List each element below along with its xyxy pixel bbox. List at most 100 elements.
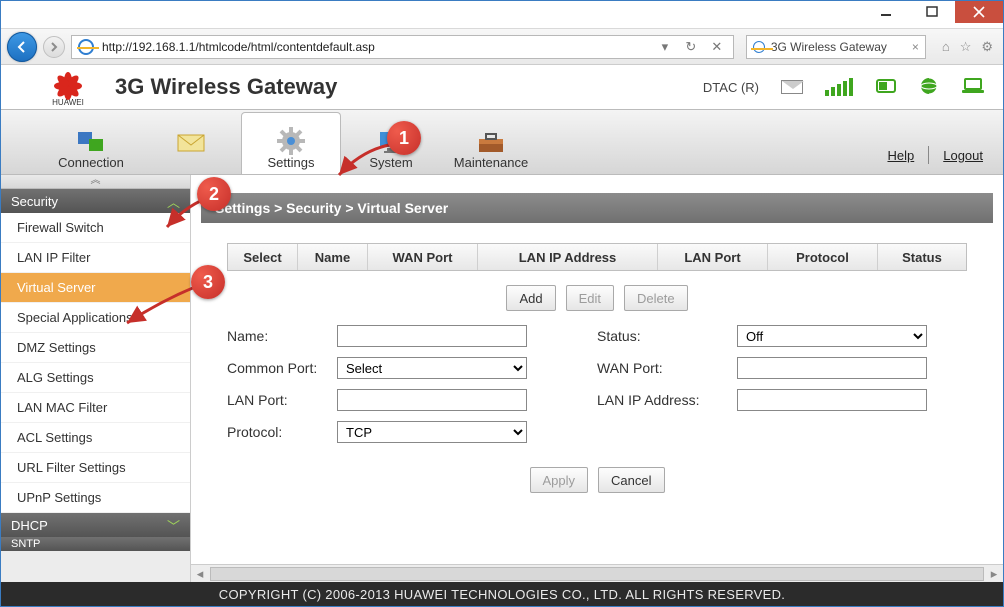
nav-connection[interactable]: Connection <box>41 114 141 174</box>
browser-window: ▾ ↻ ✕ 3G Wireless Gateway × ⌂ ☆ ⚙ <box>0 0 1004 607</box>
breadcrumb-text: Settings > Security > Virtual Server <box>215 200 448 216</box>
globe-icon <box>919 76 939 99</box>
name-label: Name: <box>227 328 337 344</box>
delete-button[interactable]: Delete <box>624 285 688 311</box>
nav-settings[interactable]: Settings <box>241 112 341 174</box>
dropdown-icon[interactable]: ▾ <box>655 39 675 55</box>
edit-button[interactable]: Edit <box>566 285 614 311</box>
carrier-label: DTAC (R) <box>703 80 759 95</box>
lan-port-input[interactable] <box>337 389 527 411</box>
window-maximize-button[interactable] <box>909 1 955 23</box>
help-link[interactable]: Help <box>887 148 914 163</box>
chevron-up-icon: ︿ <box>167 192 180 211</box>
wan-port-label: WAN Port: <box>597 360 737 376</box>
favorites-icon[interactable]: ☆ <box>960 39 972 55</box>
nav-sms[interactable]: SMS <box>141 114 241 174</box>
sidebar-scroll-up[interactable]: ︽ <box>1 175 190 189</box>
mail-icon[interactable] <box>781 80 803 94</box>
browser-toolbar: ▾ ↻ ✕ 3G Wireless Gateway × ⌂ ☆ ⚙ <box>1 29 1003 65</box>
tab-title: 3G Wireless Gateway <box>771 40 887 54</box>
browser-tab[interactable]: 3G Wireless Gateway × <box>746 35 926 59</box>
separator <box>928 146 929 164</box>
lan-port-label: LAN Port: <box>227 392 337 408</box>
logout-link[interactable]: Logout <box>943 148 983 163</box>
toolbox-icon <box>475 129 507 155</box>
col-lan-port: LAN Port <box>658 244 768 270</box>
tools-icon[interactable]: ⚙ <box>981 39 993 55</box>
sidebar-item-label: Firewall Switch <box>17 220 104 235</box>
lan-ip-input[interactable] <box>737 389 927 411</box>
lan-ip-label: LAN IP Address: <box>597 392 737 408</box>
cancel-button[interactable]: Cancel <box>598 467 664 493</box>
laptop-icon <box>961 77 985 98</box>
gear-icon <box>275 127 307 155</box>
sidebar-section-dhcp[interactable]: DHCP ﹀ <box>1 513 190 537</box>
col-status: Status <box>878 244 966 270</box>
form-area: Add Edit Delete Name: Status: Off Common… <box>227 285 967 507</box>
sidebar-section-label: SNTP <box>11 538 40 550</box>
tab-close-icon[interactable]: × <box>912 40 919 54</box>
col-wan-port: WAN Port <box>368 244 478 270</box>
sms-icon <box>175 129 207 155</box>
sidebar-item-lan-ip-filter[interactable]: LAN IP Filter <box>1 243 190 273</box>
sim-icon <box>875 78 897 97</box>
page-header: HUAWEI 3G Wireless Gateway DTAC (R) <box>1 65 1003 109</box>
huawei-logo: HUAWEI <box>51 72 85 102</box>
callout-1: 1 <box>387 121 421 155</box>
back-button[interactable] <box>7 32 37 62</box>
address-bar[interactable]: ▾ ↻ ✕ <box>71 35 734 59</box>
sidebar-section-security[interactable]: Security ︿ <box>1 189 190 213</box>
col-select: Select <box>228 244 298 270</box>
status-label: Status: <box>597 328 737 344</box>
horizontal-scrollbar[interactable]: ◂ ▸ <box>191 564 1003 582</box>
sidebar-item-label: Special Applications <box>17 310 133 325</box>
common-port-select[interactable]: Select <box>337 357 527 379</box>
arrow-left-icon <box>15 40 29 54</box>
window-close-button[interactable] <box>955 1 1003 23</box>
chevron-down-icon: ﹀ <box>167 516 180 535</box>
sidebar-list: Firewall Switch LAN IP Filter Virtual Se… <box>1 213 190 513</box>
sidebar-item-label: Virtual Server <box>17 280 96 295</box>
sidebar-item-url-filter-settings[interactable]: URL Filter Settings <box>1 453 190 483</box>
nav-label: Connection <box>58 155 124 170</box>
stop-icon[interactable]: ✕ <box>707 39 727 55</box>
sidebar-item-alg-settings[interactable]: ALG Settings <box>1 363 190 393</box>
page-body: ︽ Security ︿ Firewall Switch LAN IP Filt… <box>1 175 1003 582</box>
sidebar-item-upnp-settings[interactable]: UPnP Settings <box>1 483 190 513</box>
home-icon[interactable]: ⌂ <box>942 39 950 55</box>
protocol-select[interactable]: TCP <box>337 421 527 443</box>
sidebar-section-label: Security <box>11 194 58 209</box>
sidebar-item-special-applications[interactable]: Special Applications <box>1 303 190 333</box>
add-button[interactable]: Add <box>506 285 555 311</box>
sidebar-item-dmz-settings[interactable]: DMZ Settings <box>1 333 190 363</box>
common-port-label: Common Port: <box>227 360 337 376</box>
sidebar-item-label: URL Filter Settings <box>17 460 126 475</box>
ie-icon <box>753 41 765 53</box>
sidebar-item-firewall-switch[interactable]: Firewall Switch <box>1 213 190 243</box>
url-input[interactable] <box>100 39 649 55</box>
sidebar-item-virtual-server[interactable]: Virtual Server <box>1 273 190 303</box>
col-name: Name <box>298 244 368 270</box>
signal-icon <box>825 78 853 96</box>
sidebar-item-lan-mac-filter[interactable]: LAN MAC Filter <box>1 393 190 423</box>
breadcrumb: Settings > Security > Virtual Server <box>201 193 993 223</box>
sidebar: ︽ Security ︿ Firewall Switch LAN IP Filt… <box>1 175 191 582</box>
connection-icon <box>75 129 107 155</box>
sidebar-section-sntp[interactable]: SNTP <box>1 537 190 551</box>
wan-port-input[interactable] <box>737 357 927 379</box>
sidebar-item-acl-settings[interactable]: ACL Settings <box>1 423 190 453</box>
main-nav: Connection SMS Settings System Maintenan… <box>1 109 1003 175</box>
sidebar-item-label: ALG Settings <box>17 370 94 385</box>
window-minimize-button[interactable] <box>863 1 909 23</box>
refresh-icon[interactable]: ↻ <box>681 39 701 55</box>
nav-label: System <box>369 155 412 170</box>
protocol-label: Protocol: <box>227 424 337 440</box>
status-select[interactable]: Off <box>737 325 927 347</box>
ie-icon <box>78 39 94 55</box>
name-input[interactable] <box>337 325 527 347</box>
apply-button[interactable]: Apply <box>530 467 589 493</box>
nav-label: Maintenance <box>454 155 528 170</box>
page-footer: COPYRIGHT (C) 2006-2013 HUAWEI TECHNOLOG… <box>1 582 1003 606</box>
forward-button[interactable] <box>43 36 65 58</box>
nav-maintenance[interactable]: Maintenance <box>441 114 541 174</box>
